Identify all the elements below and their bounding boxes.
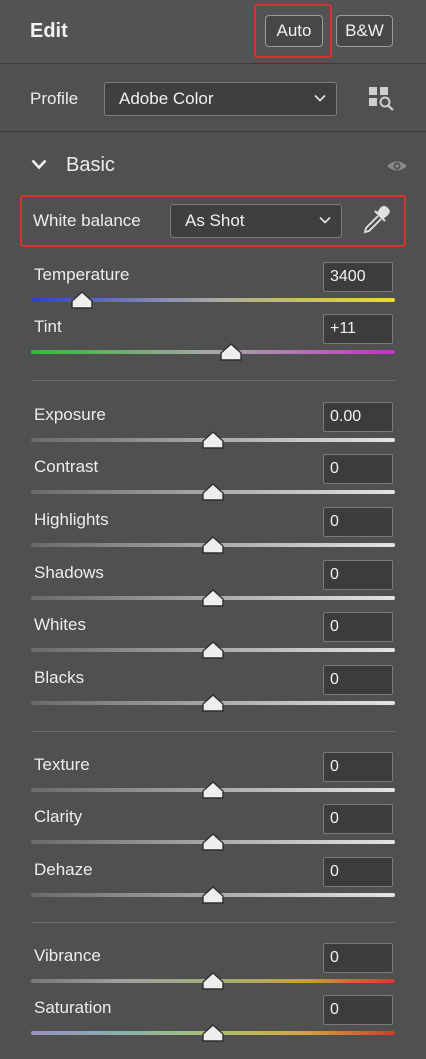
basic-section-header[interactable]: Basic [0, 132, 426, 194]
dehaze-label: Dehaze [34, 860, 93, 879]
profile-label: Profile [30, 89, 79, 108]
divider [31, 731, 395, 732]
saturation-slider-thumb[interactable] [202, 1024, 224, 1042]
vibrance-value-field[interactable]: 0 [323, 943, 393, 973]
saturation-label: Saturation [34, 998, 112, 1017]
eye-icon[interactable] [386, 159, 408, 173]
shadows-label: Shadows [34, 563, 104, 582]
contrast-value-field[interactable]: 0 [323, 454, 393, 484]
chevron-down-icon[interactable] [31, 159, 47, 170]
panel-header: Edit Auto B&W [0, 0, 426, 64]
whites-label: Whites [34, 615, 86, 634]
bw-button[interactable]: B&W [336, 15, 393, 47]
divider [31, 380, 395, 381]
profile-dropdown[interactable]: Adobe Color [104, 82, 337, 116]
whites-value-field[interactable]: 0 [323, 612, 393, 642]
highlights-value-field[interactable]: 0 [323, 507, 393, 537]
white-balance-dropdown[interactable]: As Shot [170, 204, 342, 238]
divider [31, 922, 395, 923]
white-balance-value: As Shot [185, 211, 245, 230]
temperature-value-field[interactable]: 3400 [323, 262, 393, 292]
section-title: Basic [66, 154, 115, 176]
shadows-slider-thumb[interactable] [202, 589, 224, 607]
auto-button[interactable]: Auto [265, 15, 323, 47]
vibrance-label: Vibrance [34, 946, 101, 965]
exposure-value-field[interactable]: 0.00 [323, 402, 393, 432]
tint-value-field[interactable]: +11 [323, 314, 393, 344]
saturation-value-field[interactable]: 0 [323, 995, 393, 1025]
blacks-value-field[interactable]: 0 [323, 665, 393, 695]
dehaze-slider-thumb[interactable] [202, 886, 224, 904]
highlights-label: Highlights [34, 510, 109, 529]
contrast-slider-thumb[interactable] [202, 483, 224, 501]
panel-title: Edit [30, 20, 68, 42]
exposure-label: Exposure [34, 405, 106, 424]
vibrance-slider-thumb[interactable] [202, 972, 224, 990]
texture-slider-thumb[interactable] [202, 781, 224, 799]
clarity-label: Clarity [34, 807, 83, 826]
texture-value-field[interactable]: 0 [323, 752, 393, 782]
dehaze-value-field[interactable]: 0 [323, 857, 393, 887]
clarity-value-field[interactable]: 0 [323, 804, 393, 834]
highlights-slider-thumb[interactable] [202, 536, 224, 554]
temperature-slider-thumb[interactable] [71, 291, 93, 309]
temperature-label: Temperature [34, 265, 130, 284]
tint-track[interactable] [31, 350, 395, 354]
profile-value: Adobe Color [119, 89, 214, 108]
eyedropper-icon[interactable] [361, 205, 391, 235]
chevron-down-icon [314, 94, 326, 102]
tint-slider-thumb[interactable] [220, 343, 242, 361]
shadows-value-field[interactable]: 0 [323, 560, 393, 590]
texture-label: Texture [34, 755, 90, 774]
grid-search-icon[interactable] [368, 86, 396, 112]
white-balance-label: White balance [33, 211, 141, 230]
whites-slider-thumb[interactable] [202, 641, 224, 659]
contrast-label: Contrast [34, 457, 99, 476]
profile-row: Profile Adobe Color [0, 64, 426, 132]
blacks-slider-thumb[interactable] [202, 694, 224, 712]
exposure-slider-thumb[interactable] [202, 431, 224, 449]
blacks-label: Blacks [34, 668, 85, 687]
clarity-slider-thumb[interactable] [202, 833, 224, 851]
tint-label: Tint [34, 317, 62, 336]
chevron-down-icon [319, 216, 331, 224]
